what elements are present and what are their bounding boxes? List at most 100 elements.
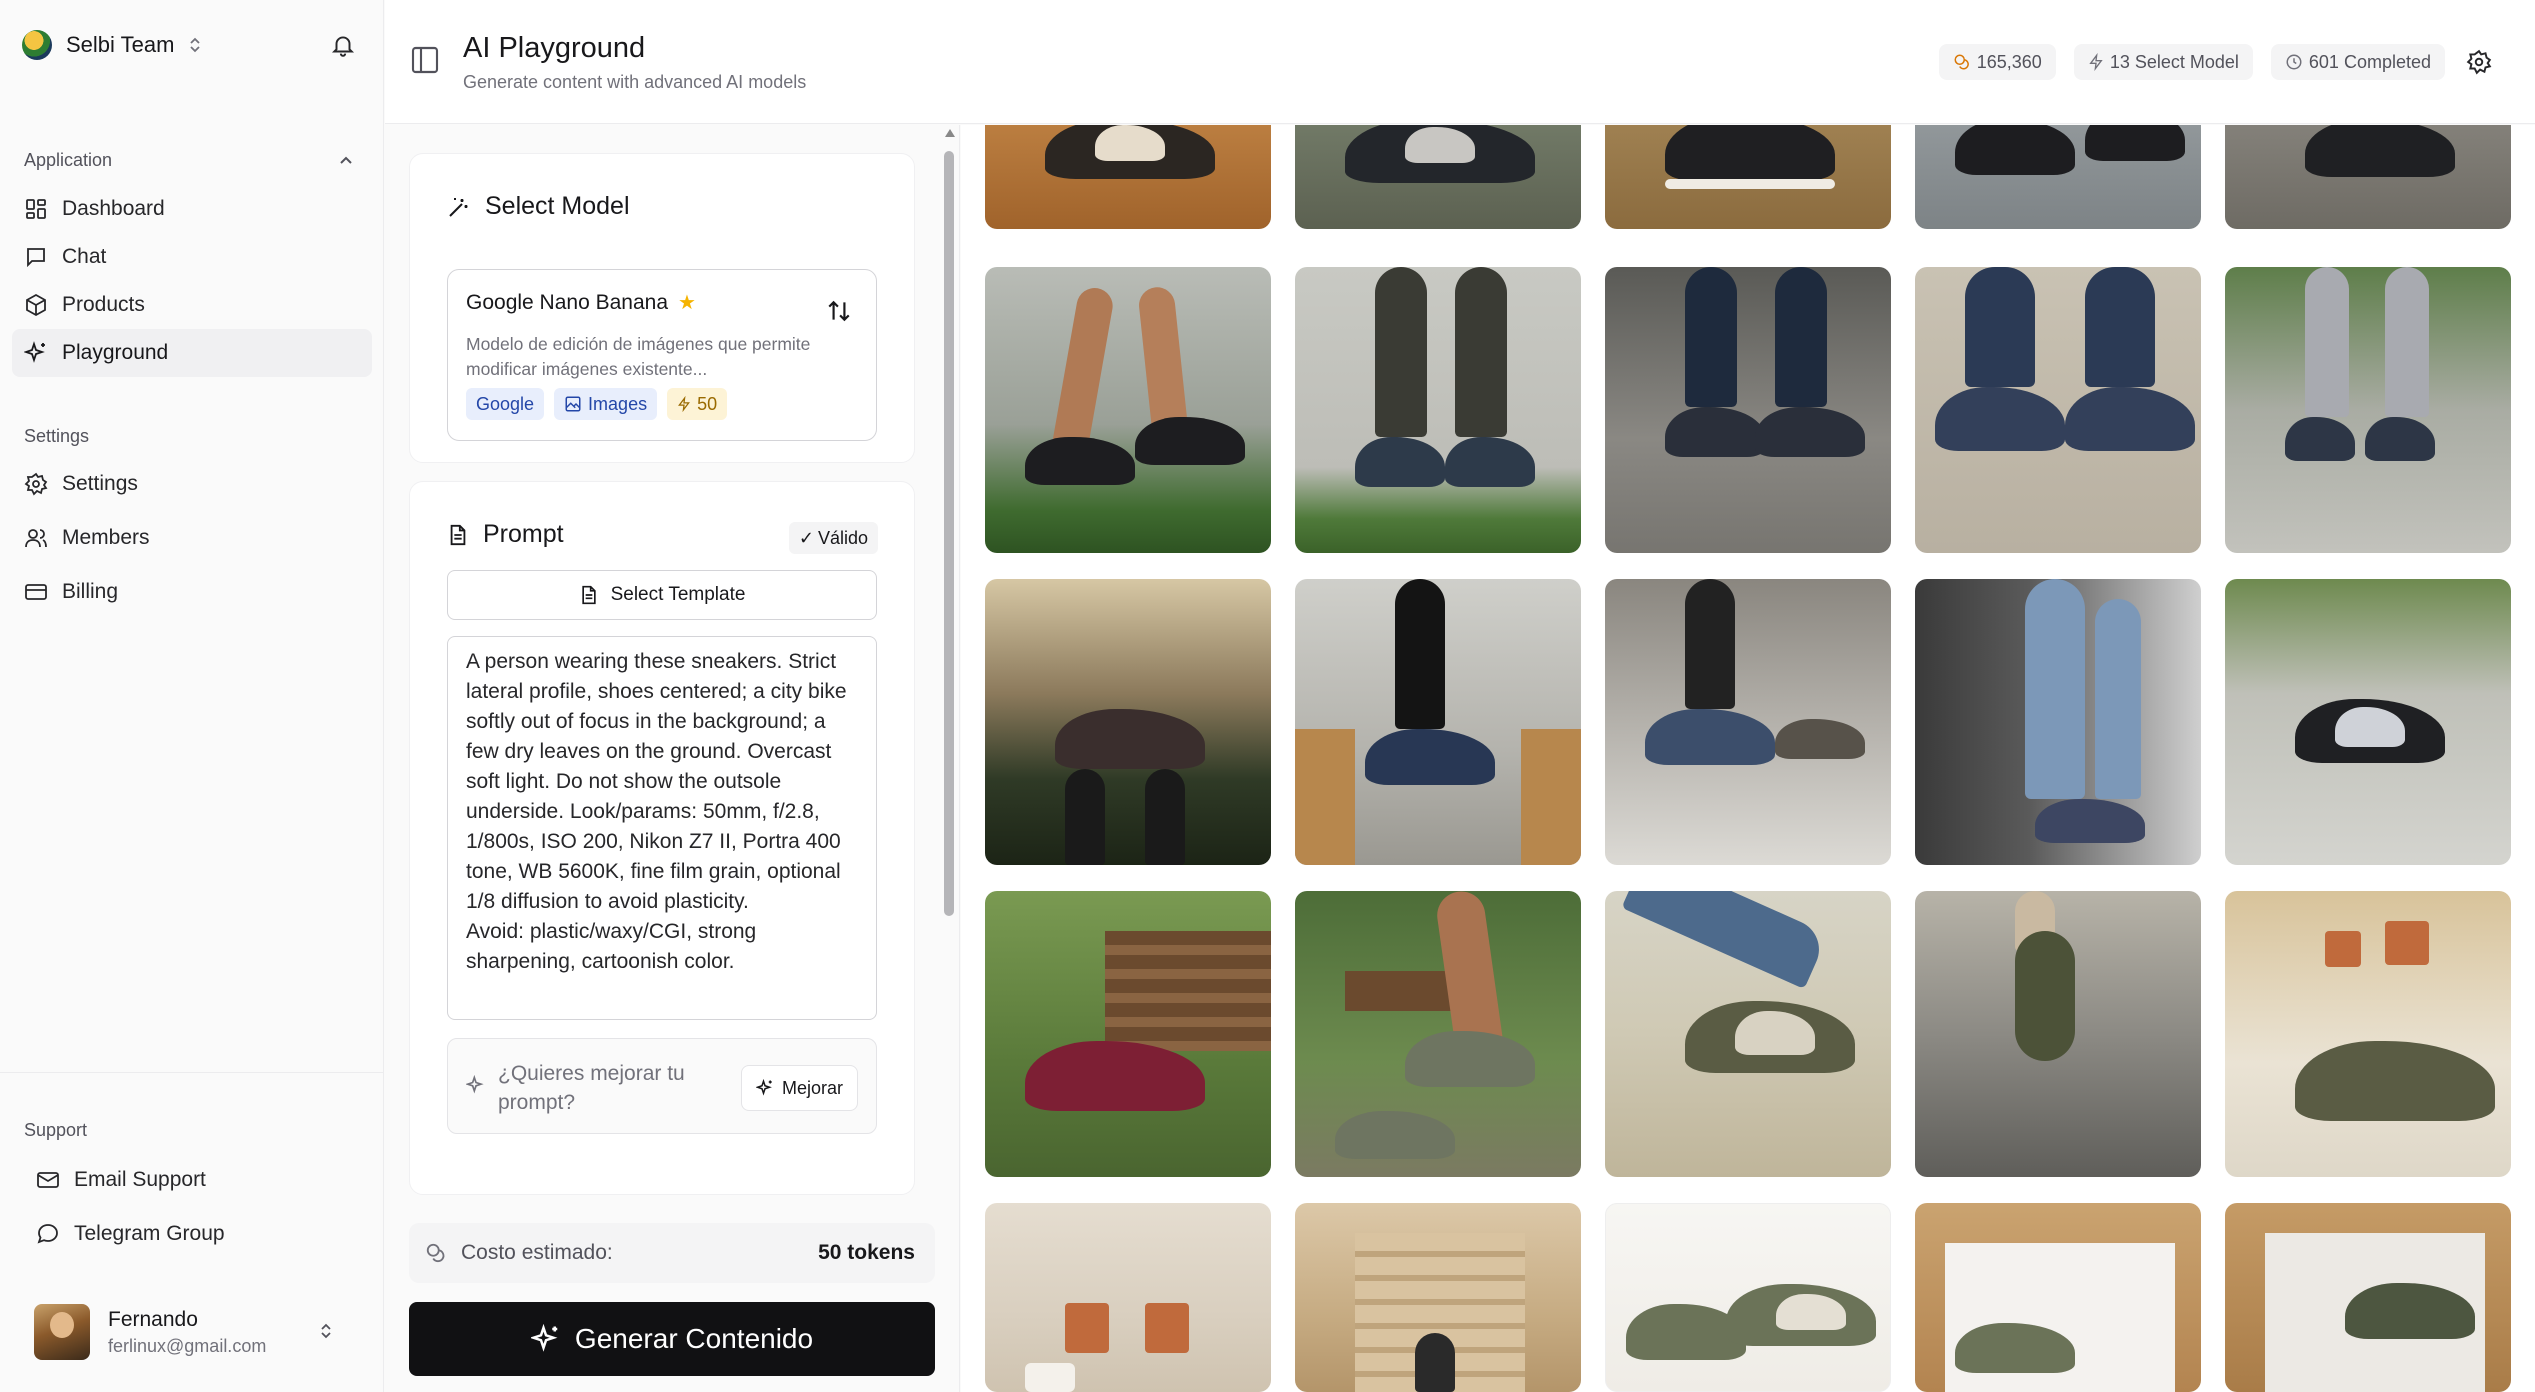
- gallery-image[interactable]: [1605, 579, 1891, 865]
- user-name: Fernando: [108, 1307, 198, 1331]
- badge-type-label: Images: [588, 393, 648, 414]
- gallery-image[interactable]: [1295, 267, 1581, 553]
- bell-icon[interactable]: [330, 32, 356, 63]
- sidebar-item-label: Chat: [62, 245, 107, 268]
- sidebar-item-label: Dashboard: [62, 197, 165, 220]
- scrollbar-thumb[interactable]: [944, 151, 954, 916]
- prompt-card-title-text: Prompt: [483, 520, 564, 548]
- check-icon: ✓: [798, 527, 814, 548]
- improve-prompt-box: ¿Quieres mejorar tu prompt? Mejorar: [447, 1038, 877, 1134]
- avatar: [34, 1304, 90, 1360]
- gallery-image[interactable]: [1605, 267, 1891, 553]
- gear-icon[interactable]: [2463, 46, 2495, 78]
- gallery-image[interactable]: [1915, 891, 2201, 1177]
- improve-prompt-text: ¿Quieres mejorar tu prompt?: [498, 1062, 685, 1114]
- sidebar-item-label: Products: [62, 293, 145, 316]
- gallery-image[interactable]: [985, 125, 1271, 229]
- model-badges: Google Images 50: [466, 388, 728, 420]
- gallery-image[interactable]: [985, 267, 1271, 553]
- sidebar-toggle-icon[interactable]: [409, 44, 441, 81]
- document-icon: [581, 585, 596, 605]
- sparkles-icon: [530, 1324, 558, 1352]
- image-gallery: [961, 125, 2535, 1392]
- sidebar-item-settings[interactable]: Settings: [12, 460, 372, 508]
- select-template-label: Select Template: [610, 584, 746, 605]
- stat-completed-value: 601 Completed: [2308, 51, 2431, 72]
- sparkles-icon: [755, 1079, 772, 1096]
- sidebar-item-label: Email Support: [74, 1168, 206, 1191]
- gallery-image[interactable]: [2225, 1203, 2511, 1392]
- gallery-image[interactable]: [1915, 579, 2201, 865]
- card-icon: [25, 584, 47, 600]
- cost-estimate: Costo estimado: 50 tokens: [409, 1223, 935, 1283]
- sidebar-item-telegram-group[interactable]: Telegram Group: [36, 1210, 356, 1258]
- bolt-icon: [678, 396, 691, 412]
- sidebar-item-label: Members: [62, 526, 150, 549]
- status-badge-text: Válido: [817, 527, 868, 548]
- gallery-image[interactable]: [1295, 579, 1581, 865]
- stat-tokens-value: 165,360: [1976, 51, 2042, 72]
- gallery-image[interactable]: [1605, 125, 1891, 229]
- team-switcher[interactable]: Selbi Team: [22, 30, 202, 60]
- sidebar-item-products[interactable]: Products: [12, 281, 372, 329]
- page-subtitle: Generate content with advanced AI models: [463, 72, 807, 92]
- sidebar-item-billing[interactable]: Billing: [12, 568, 372, 616]
- gallery-image[interactable]: [2225, 125, 2511, 229]
- gallery-image[interactable]: [2225, 891, 2511, 1177]
- gallery-image[interactable]: [1295, 125, 1581, 229]
- page-title: AI Playground: [463, 32, 646, 64]
- gallery-image[interactable]: [1295, 1203, 1581, 1392]
- model-selector[interactable]: Google Nano Banana ★ Modelo de edición d…: [447, 269, 877, 441]
- users-icon: [25, 529, 47, 548]
- gallery-image[interactable]: [1295, 891, 1581, 1177]
- generate-button[interactable]: Generar Contenido: [409, 1302, 935, 1376]
- stat-models: 13 Select Model: [2073, 44, 2253, 80]
- badge-type: Images: [554, 388, 658, 420]
- grid-icon: [26, 199, 46, 219]
- scroll-up-arrow-icon[interactable]: [945, 129, 955, 137]
- sidebar-item-label: Billing: [62, 580, 119, 603]
- group-label-application: Application: [24, 150, 113, 170]
- model-name-text: Google Nano Banana: [466, 290, 668, 314]
- gallery-image[interactable]: [985, 1203, 1271, 1392]
- badge-provider: Google: [466, 388, 545, 420]
- gallery-image[interactable]: [1915, 1203, 2201, 1392]
- sidebar-item-chat[interactable]: Chat: [12, 233, 372, 281]
- sidebar-item-dashboard[interactable]: Dashboard: [12, 185, 372, 233]
- gallery-image[interactable]: [2225, 267, 2511, 553]
- gallery-image[interactable]: [1605, 891, 1891, 1177]
- stat-tokens: 165,360: [1938, 44, 2056, 80]
- chat-icon: [37, 1224, 58, 1244]
- package-icon: [26, 293, 46, 317]
- sparkles-icon: [24, 341, 45, 363]
- cost-value: 50 tokens: [818, 1241, 915, 1264]
- coins-icon: [1954, 54, 1969, 70]
- image-icon: [565, 396, 581, 412]
- stat-completed: 601 Completed: [2270, 44, 2445, 80]
- user-menu[interactable]: Fernando ferlinux@gmail.com: [34, 1300, 354, 1364]
- gallery-image[interactable]: [1915, 267, 2201, 553]
- sidebar-item-email-support[interactable]: Email Support: [36, 1156, 356, 1204]
- sidebar-item-playground[interactable]: Playground: [12, 329, 372, 377]
- gear-icon: [24, 472, 48, 496]
- group-label-support: Support: [24, 1120, 88, 1140]
- user-email: ferlinux@gmail.com: [108, 1335, 267, 1356]
- gallery-image[interactable]: [985, 579, 1271, 865]
- cost-label: Costo estimado:: [461, 1241, 613, 1264]
- mail-icon: [37, 1172, 59, 1188]
- prompt-textarea[interactable]: A person wearing these sneakers. Strict …: [447, 636, 877, 1020]
- chevron-up-icon[interactable]: [336, 150, 356, 175]
- select-template-button[interactable]: Select Template: [447, 570, 877, 620]
- model-card-title-text: Select Model: [485, 192, 630, 220]
- swap-icon[interactable]: [826, 298, 852, 329]
- gallery-image[interactable]: [1605, 1203, 1891, 1392]
- gallery-image[interactable]: [985, 891, 1271, 1177]
- gallery-image[interactable]: [2225, 579, 2511, 865]
- generate-button-label: Generar Contenido: [574, 1323, 814, 1354]
- chevron-updown-icon: [190, 37, 201, 53]
- improve-button[interactable]: Mejorar: [740, 1065, 858, 1111]
- coins-icon: [426, 1243, 445, 1263]
- history-icon: [2286, 54, 2302, 70]
- gallery-image[interactable]: [1915, 125, 2201, 229]
- sidebar-item-members[interactable]: Members: [12, 514, 372, 562]
